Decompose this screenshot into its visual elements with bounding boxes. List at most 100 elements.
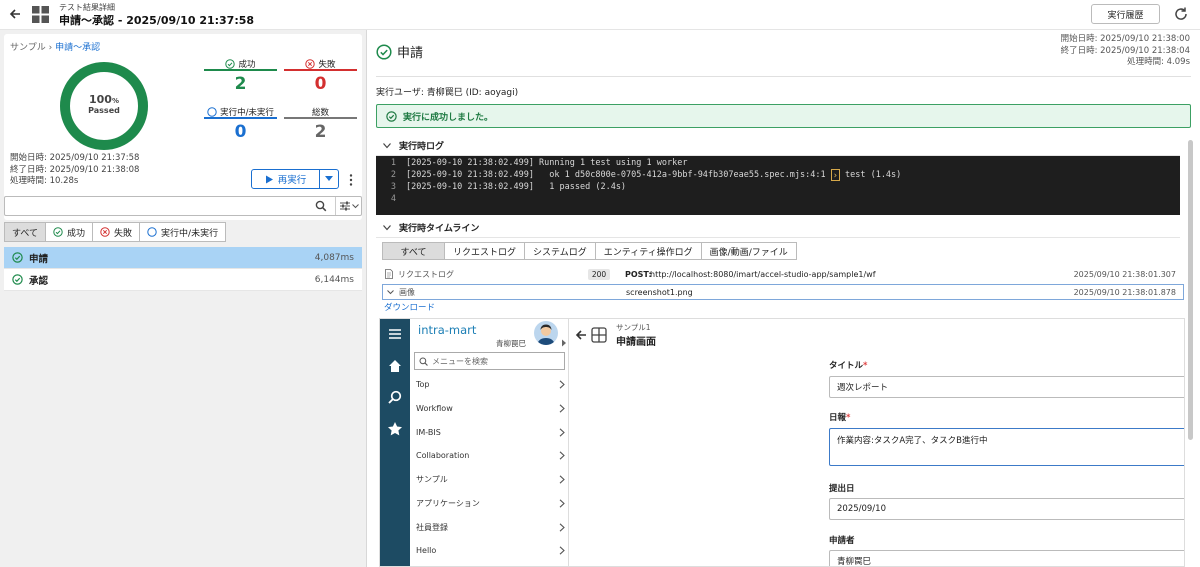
- pending-label: 実行中/未実行: [220, 107, 274, 118]
- timeline-row[interactable]: リクエストログ 200 POST: http://localhost:8080/…: [382, 266, 1184, 282]
- form-title: 申請画面: [616, 337, 656, 348]
- history-button[interactable]: 実行履歴: [1091, 4, 1160, 24]
- breadcrumb-root[interactable]: サンプル: [10, 43, 46, 53]
- tab-request-log[interactable]: リクエストログ: [444, 242, 526, 260]
- timeline-row-method: POST:: [625, 269, 652, 279]
- filter-all[interactable]: すべて: [4, 222, 47, 242]
- filter-fail[interactable]: 失敗: [92, 222, 141, 242]
- pending-stat[interactable]: 実行中/未実行 0: [204, 106, 277, 142]
- filter-fail-label: 失敗: [114, 228, 133, 239]
- detail-end-time: 終了日時: 2025/09/10 21:38:04: [1060, 45, 1190, 56]
- duration: 処理時間: 10.28s: [10, 176, 79, 186]
- success-label: 成功: [238, 59, 256, 70]
- test-duration: 4,087ms: [314, 252, 354, 263]
- menu-item-sample[interactable]: サンプル: [416, 468, 565, 491]
- log-line-number: 1: [390, 158, 396, 168]
- log-line-text: [2025-09-10 21:38:02.499] 1 passed (2.4s…: [406, 182, 627, 192]
- menu-item-application[interactable]: アプリケーション: [416, 492, 565, 515]
- chevron-right-icon: [559, 451, 565, 460]
- refresh-icon[interactable]: [1173, 6, 1189, 22]
- log-line: 3 [2025-09-10 21:38:02.499] 1 passed (2.4…: [376, 181, 1180, 193]
- breadcrumb: サンプル › 申請～承認: [10, 40, 100, 53]
- filter-pending[interactable]: 実行中/未実行: [139, 222, 227, 242]
- menu-item-label: Top: [416, 380, 430, 389]
- tab-entity-log[interactable]: エンティティ操作ログ: [594, 242, 702, 260]
- timeline-row-type: 画像: [399, 287, 415, 297]
- back-arrow-icon[interactable]: [6, 5, 24, 23]
- search-icon: [388, 390, 402, 404]
- pass-percent-value: 100: [89, 93, 112, 106]
- search-icon[interactable]: [315, 200, 327, 212]
- end-time: 終了日時: 2025/09/10 21:38:08: [10, 164, 140, 175]
- rerun-button[interactable]: 再実行: [252, 170, 320, 188]
- log-line-text: test (1.4s): [839, 170, 902, 180]
- fail-count: 0: [314, 74, 327, 94]
- field-label-date: 提出日: [829, 482, 855, 494]
- download-link[interactable]: ダウンロード: [384, 301, 435, 313]
- tab-system-log[interactable]: システムログ: [524, 242, 596, 260]
- menu-item-employee[interactable]: 社員登録: [416, 516, 565, 539]
- menu-item-workflow[interactable]: Workflow: [416, 397, 565, 420]
- breadcrumb-current[interactable]: 申請～承認: [55, 43, 100, 53]
- log-line: 4: [376, 193, 1180, 205]
- menu-item-collaboration[interactable]: Collaboration: [416, 444, 565, 467]
- test-name: 申請: [29, 253, 49, 265]
- menu-item-im-bis[interactable]: IM-BIS: [416, 421, 565, 444]
- applicant-field: 青柳罠巳: [829, 550, 1184, 566]
- page-title: 申請～承認 - 2025/09/10 21:37:58: [59, 14, 255, 27]
- status-badge: 200: [588, 268, 610, 280]
- pass-label: Passed: [88, 106, 120, 115]
- success-stat[interactable]: 成功 2: [204, 58, 277, 94]
- menu-search-placeholder: メニューを検索: [432, 356, 488, 366]
- fail-stat[interactable]: 失敗 0: [284, 58, 357, 94]
- log-line-number: 4: [390, 194, 396, 204]
- user-name: 青柳罠巳: [496, 339, 526, 348]
- log-marker: ›: [830, 169, 840, 181]
- menu-item-hello[interactable]: Hello: [416, 539, 565, 562]
- detail-panel: 申請 開始日時: 2025/09/10 21:38:00 終了日時: 2025/…: [367, 30, 1200, 567]
- filter-settings-button[interactable]: [335, 197, 362, 215]
- timeline-row-time: 2025/09/10 21:38:01.878: [1073, 287, 1176, 297]
- menu-item-label: サンプル: [416, 475, 448, 484]
- menu-item-top[interactable]: Top: [416, 373, 565, 396]
- form-breadcrumb: サンプル1: [616, 323, 651, 332]
- log-section-header[interactable]: 実行時ログ: [376, 136, 1180, 156]
- more-options-icon[interactable]: [347, 173, 355, 187]
- date-field: 2025/09/10: [829, 498, 1184, 520]
- detail-duration: 処理時間: 4.09s: [1127, 57, 1190, 67]
- fail-x-icon: [305, 58, 316, 69]
- fail-x-icon: [100, 227, 110, 237]
- required-mark: *: [863, 361, 868, 371]
- log-line-number: 2: [390, 170, 396, 180]
- test-search-input[interactable]: [7, 198, 307, 214]
- field-label-text: 提出日: [829, 484, 855, 494]
- field-label-title: タイトル*: [829, 359, 867, 371]
- rerun-dropdown-button[interactable]: [320, 170, 338, 188]
- tab-media[interactable]: 画像/動画/ファイル: [700, 242, 797, 260]
- timeline-section-header[interactable]: 実行時タイムライン: [376, 218, 1180, 238]
- timeline-section-title: 実行時タイムライン: [399, 224, 480, 234]
- timeline-row-time: 2025/09/10 21:38:01.307: [1073, 269, 1176, 279]
- chevron-down-icon: [383, 224, 391, 230]
- filter-success[interactable]: 成功: [45, 222, 94, 242]
- tab-all[interactable]: すべて: [382, 242, 445, 260]
- left-panel: サンプル › 申請～承認 100% Passed 成功 2 失敗 0 実行中/未…: [0, 30, 367, 567]
- test-row[interactable]: 申請 4,087ms: [4, 247, 362, 269]
- chevron-down-icon: [351, 203, 359, 208]
- scrollbar-thumb[interactable]: [1188, 140, 1193, 440]
- chevron-down-icon: [383, 142, 391, 148]
- status-filter-chips: すべて 成功 失敗 実行中/未実行: [4, 222, 227, 242]
- timeline-row[interactable]: 画像 screenshot1.png 2025/09/10 21:38:01.8…: [382, 284, 1184, 300]
- test-row[interactable]: 承認 6,144ms: [4, 269, 362, 291]
- success-check-icon: [386, 110, 397, 122]
- filter-pending-label: 実行中/未実行: [161, 228, 219, 239]
- test-search: [4, 196, 362, 216]
- test-duration: 6,144ms: [314, 274, 354, 285]
- rerun-label: 再実行: [277, 175, 307, 186]
- success-check-icon: [12, 274, 23, 285]
- log-line-text: [2025-09-10 21:38:02.499] ok 1 d50c800e-…: [406, 170, 831, 180]
- home-icon: [389, 360, 401, 372]
- chevron-right-icon: [559, 523, 565, 532]
- success-check-icon: [53, 227, 63, 237]
- menu-search[interactable]: メニューを検索: [414, 352, 565, 370]
